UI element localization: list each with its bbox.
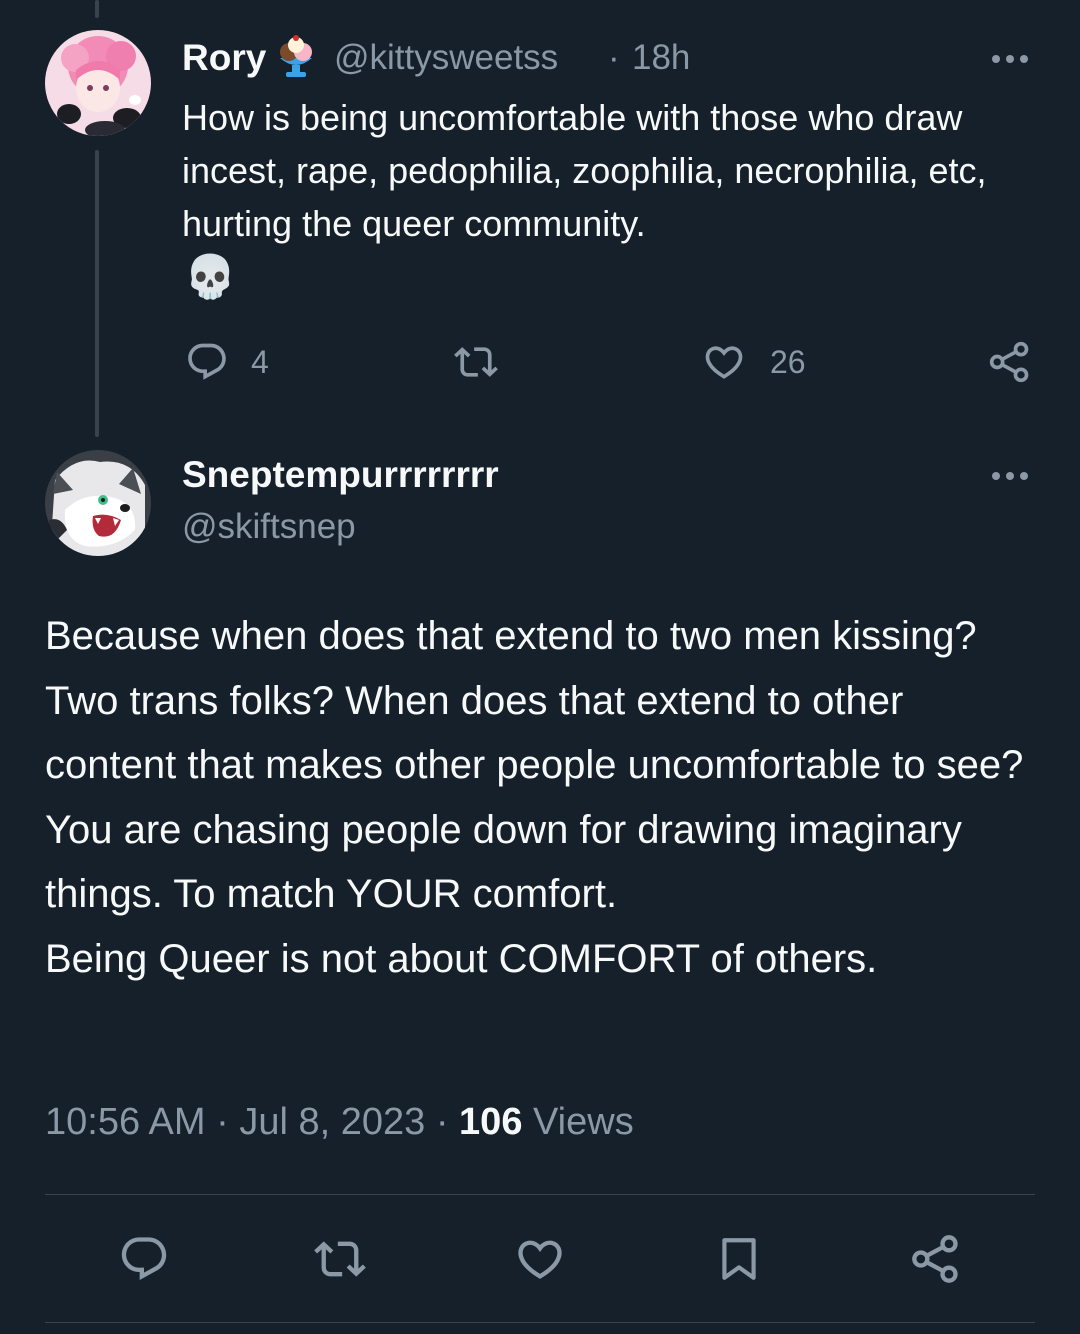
tweet-meta: 10:56 AM · Jul 8, 2023 · 106 Views bbox=[45, 1101, 634, 1144]
more-options-button[interactable] bbox=[992, 472, 1028, 480]
tweet-date[interactable]: Jul 8, 2023 bbox=[239, 1101, 425, 1143]
reply-button[interactable]: 4 bbox=[185, 340, 269, 384]
thread-line-top bbox=[95, 0, 99, 18]
retweet-button[interactable] bbox=[312, 1233, 368, 1285]
divider bbox=[45, 1322, 1035, 1323]
author-handle[interactable]: @skiftsnep bbox=[182, 507, 356, 547]
reply-button[interactable] bbox=[118, 1233, 170, 1285]
heart-icon bbox=[705, 346, 743, 379]
like-button[interactable] bbox=[514, 1233, 566, 1285]
thread-line bbox=[95, 150, 99, 437]
tweet-text: Because when does that extend to two men… bbox=[45, 604, 1035, 991]
bookmark-button[interactable] bbox=[714, 1233, 764, 1285]
retweet-icon bbox=[454, 347, 498, 377]
avatar[interactable] bbox=[45, 30, 151, 136]
like-count: 26 bbox=[770, 343, 806, 380]
bookmark-icon bbox=[722, 1238, 756, 1280]
share-icon bbox=[912, 1235, 958, 1283]
author-handle[interactable]: @kittysweetss bbox=[334, 38, 558, 78]
tweet-paragraph: Because when does that extend to two men… bbox=[45, 614, 1024, 787]
retweet-icon bbox=[314, 1241, 366, 1277]
dot-separator: · bbox=[216, 1101, 229, 1143]
more-icon bbox=[992, 55, 1000, 63]
divider bbox=[45, 1194, 1035, 1195]
dot-separator: · bbox=[608, 38, 620, 77]
tweet-paragraph: You are chasing people down for drawing … bbox=[45, 807, 962, 917]
dot-separator: · bbox=[435, 1101, 449, 1143]
author-name[interactable]: Sneptempurrrrrrrr bbox=[182, 454, 499, 496]
share-icon bbox=[989, 341, 1029, 383]
skull-emoji: 💀 bbox=[184, 253, 237, 300]
reply-count: 4 bbox=[251, 343, 269, 380]
more-icon bbox=[992, 472, 1000, 480]
tweet-time[interactable]: 18h bbox=[632, 38, 690, 78]
tweet-time[interactable]: 10:56 AM bbox=[45, 1101, 206, 1143]
share-button[interactable] bbox=[910, 1233, 962, 1285]
tweet-paragraph: Being Queer is not about COMFORT of othe… bbox=[45, 936, 878, 981]
views-count: 106 bbox=[459, 1101, 523, 1143]
more-options-button[interactable] bbox=[992, 55, 1028, 63]
ice-cream-icon bbox=[274, 34, 318, 80]
share-button[interactable] bbox=[988, 340, 1032, 384]
author-name[interactable]: Rory bbox=[182, 37, 266, 79]
like-button[interactable]: 26 bbox=[702, 340, 806, 384]
views-label: Views bbox=[533, 1101, 634, 1143]
tweet-text: How is being uncomfortable with those wh… bbox=[182, 97, 987, 244]
reply-icon bbox=[121, 1237, 167, 1281]
retweet-button[interactable] bbox=[452, 340, 500, 384]
heart-icon bbox=[518, 1240, 562, 1279]
avatar[interactable] bbox=[45, 450, 151, 556]
reply-icon bbox=[188, 343, 226, 380]
